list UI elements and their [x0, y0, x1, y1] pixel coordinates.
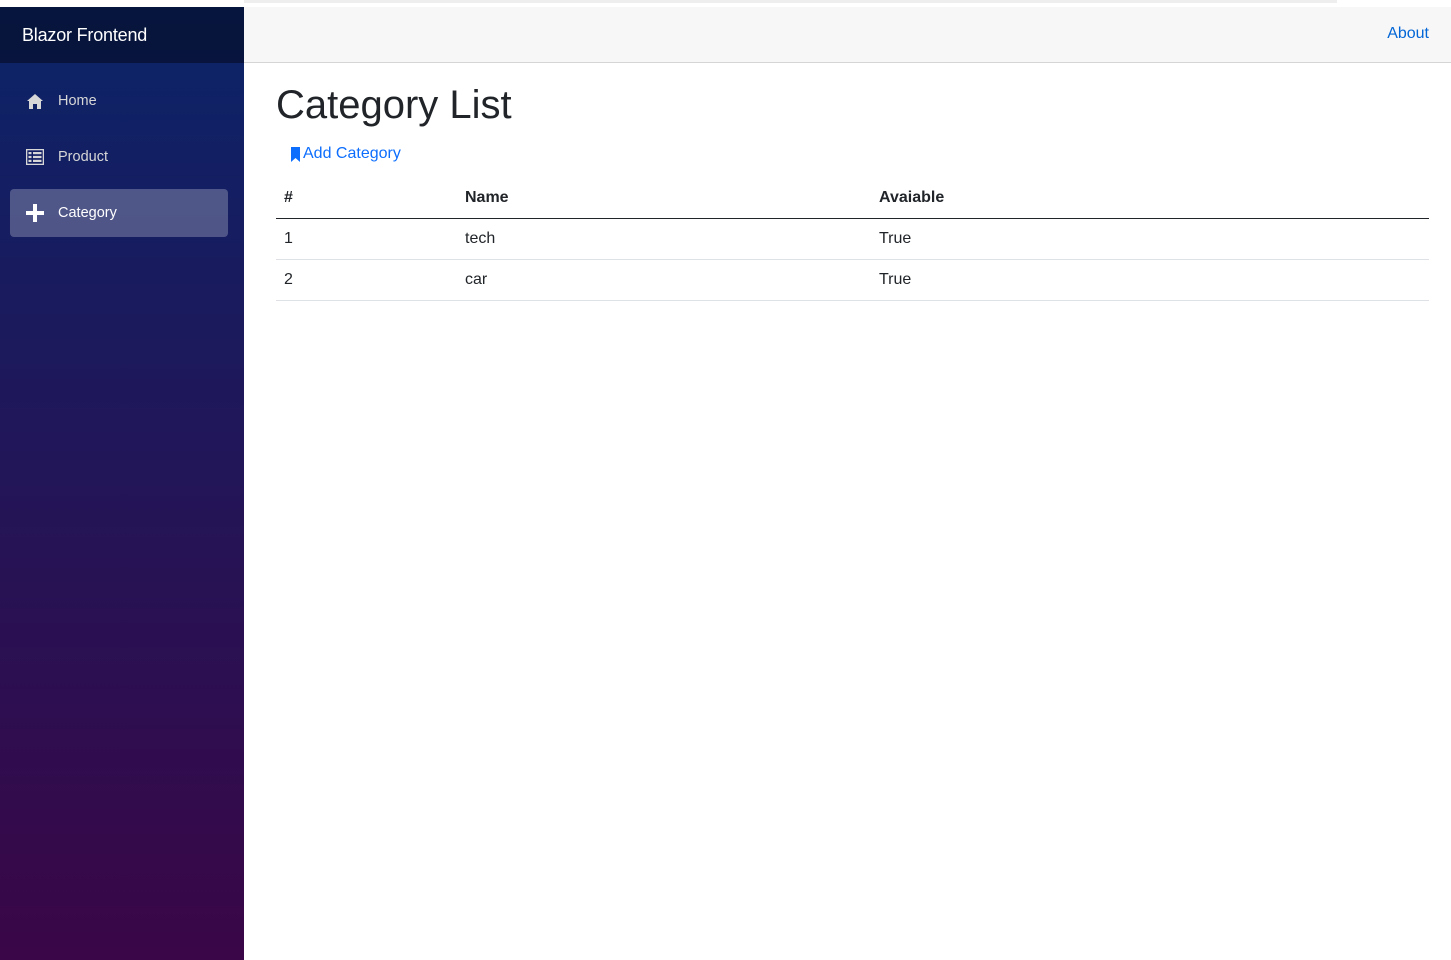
brand-title[interactable]: Blazor Frontend	[22, 25, 147, 46]
add-category-label: Add Category	[303, 145, 401, 162]
top-strip	[0, 0, 1451, 7]
cell-number: 2	[276, 259, 457, 301]
cell-name: tech	[457, 218, 871, 260]
table-header-row: # Name Avaiable	[276, 177, 1429, 219]
nav-item-label: Product	[58, 149, 108, 165]
category-table: # Name Avaiable 1 tech True 2 car True	[276, 177, 1429, 301]
main-content: Category List Add Category # Name Avaiab…	[276, 63, 1429, 301]
top-strip-bar	[244, 0, 1337, 3]
about-link[interactable]: About	[1387, 25, 1429, 43]
add-category-link[interactable]: Add Category	[291, 145, 401, 163]
column-header-available: Avaiable	[871, 177, 1429, 219]
nav-item-product[interactable]: Product	[10, 133, 228, 181]
nav-item-category[interactable]: Category	[10, 189, 228, 237]
cell-name: car	[457, 259, 871, 301]
page-title: Category List	[276, 83, 512, 127]
table-row: 2 car True	[276, 259, 1429, 301]
list-icon	[25, 147, 45, 167]
nav-item-label: Home	[58, 93, 97, 109]
brand-bar: Blazor Frontend	[0, 7, 244, 63]
home-icon	[25, 91, 45, 111]
column-header-name: Name	[457, 177, 871, 219]
table-row: 1 tech True	[276, 218, 1429, 260]
cell-available: True	[871, 259, 1429, 301]
nav-item-home[interactable]: Home	[10, 77, 228, 125]
cell-available: True	[871, 218, 1429, 260]
plus-icon	[25, 203, 45, 223]
top-row: About	[244, 7, 1451, 63]
cell-number: 1	[276, 218, 457, 260]
column-header-number: #	[276, 177, 457, 219]
sidebar: Blazor Frontend Home Product Category	[0, 7, 244, 960]
bookmark-icon	[291, 146, 300, 162]
nav-menu: Home Product Category	[0, 63, 244, 237]
nav-item-label: Category	[58, 205, 117, 221]
